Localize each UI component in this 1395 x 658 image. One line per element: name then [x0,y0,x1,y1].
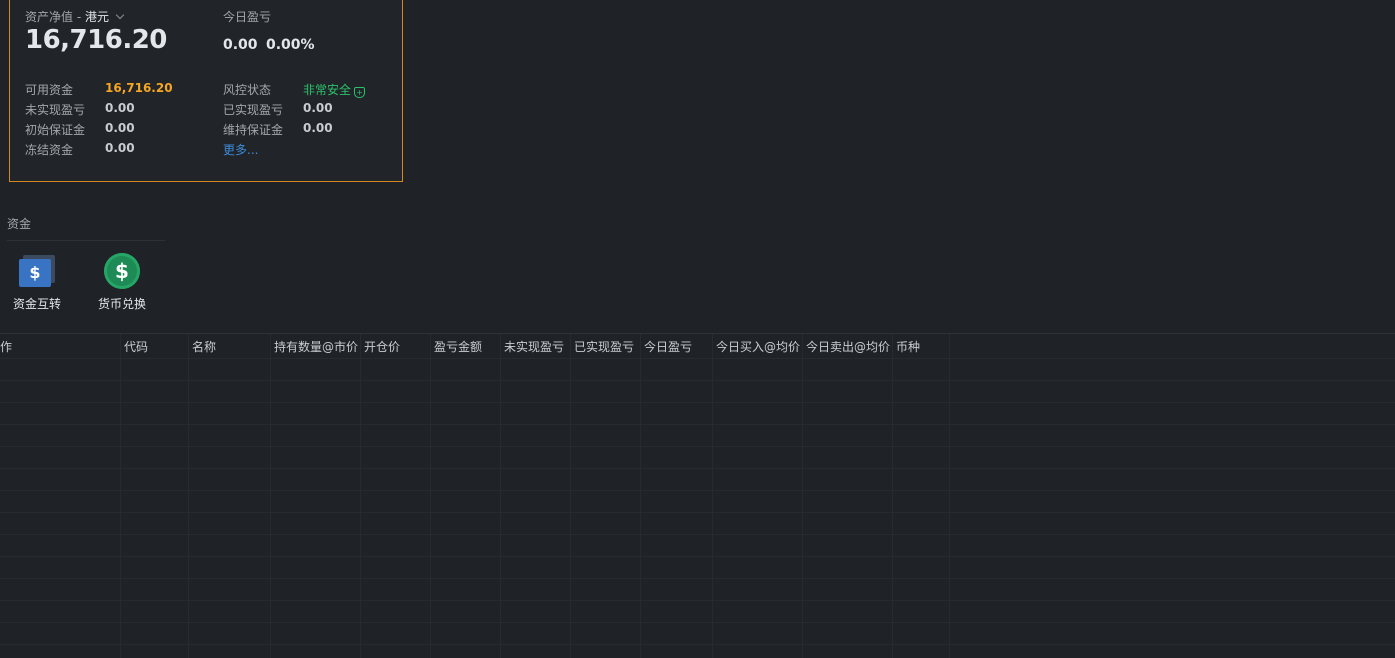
column-header-currency[interactable]: 币种 [896,338,920,355]
available-funds-label: 可用资金 [25,83,74,97]
column-header-today-sell[interactable]: 今日卖出@均价 [806,338,890,355]
net-value-label: 资产净值 - [25,10,82,24]
section-divider [7,240,165,241]
today-pl-percent: 0.00% [266,37,315,53]
account-summary-card: 资产净值 - 港元 16,716.20 今日盈亏 0.00 0.00% 可用资金… [9,0,403,182]
risk-status-label: 风控状态 [223,83,272,97]
net-value-header[interactable]: 资产净值 - 港元 [25,8,125,25]
column-header-code[interactable]: 代码 [124,338,148,355]
maintenance-margin-value: 0.00 [303,121,333,135]
positions-table: 作 代码 名称 持有数量@市价 开仓价 盈亏金额 未实现盈亏 已实现盈亏 今日盈… [0,333,1395,658]
column-header-unrealized-pl[interactable]: 未实现盈亏 [504,338,564,355]
realized-pl-value: 0.00 [303,101,333,115]
currency-exchange-button[interactable]: $ 货币兑换 [92,253,152,312]
initial-margin-value: 0.00 [105,121,135,135]
realized-pl-label: 已实现盈亏 [223,103,284,117]
column-header-open-price[interactable]: 开仓价 [364,338,400,355]
risk-status-value: 非常安全 + [303,81,366,98]
more-link[interactable]: 更多... [223,141,258,158]
frozen-funds-label: 冻结资金 [25,143,74,157]
column-header-action[interactable]: 作 [0,338,12,355]
today-pl-label: 今日盈亏 [223,10,272,24]
frozen-funds-value: 0.00 [105,141,135,155]
today-pl-value: 0.00 [223,37,258,53]
maintenance-margin-label: 维持保证金 [223,123,284,137]
table-header: 作 代码 名称 持有数量@市价 开仓价 盈亏金额 未实现盈亏 已实现盈亏 今日盈… [0,334,1395,358]
dollar-transfer-icon: $ [19,255,55,287]
unrealized-pl-label: 未实现盈亏 [25,103,86,117]
net-value: 16,716.20 [25,25,167,55]
fund-transfer-button[interactable]: $ 资金互转 [7,255,67,312]
column-header-today-pl[interactable]: 今日盈亏 [644,338,692,355]
fund-transfer-label: 资金互转 [12,297,61,311]
column-header-pl-amount[interactable]: 盈亏金额 [434,338,482,355]
column-header-quantity-price[interactable]: 持有数量@市价 [274,338,358,355]
shield-icon: + [354,87,366,98]
initial-margin-label: 初始保证金 [25,123,86,137]
risk-status-text: 非常安全 [303,83,352,97]
column-header-realized-pl[interactable]: 已实现盈亏 [574,338,634,355]
available-funds-value: 16,716.20 [105,81,173,95]
column-header-name[interactable]: 名称 [192,338,216,355]
funds-section-title: 资金 [7,217,32,231]
unrealized-pl-value: 0.00 [105,101,135,115]
currency-exchange-icon: $ [104,253,140,289]
column-header-today-buy[interactable]: 今日买入@均价 [716,338,800,355]
currency-exchange-label: 货币兑换 [97,297,146,311]
currency-selector[interactable]: 港元 [85,10,109,24]
chevron-down-icon[interactable] [115,10,125,20]
